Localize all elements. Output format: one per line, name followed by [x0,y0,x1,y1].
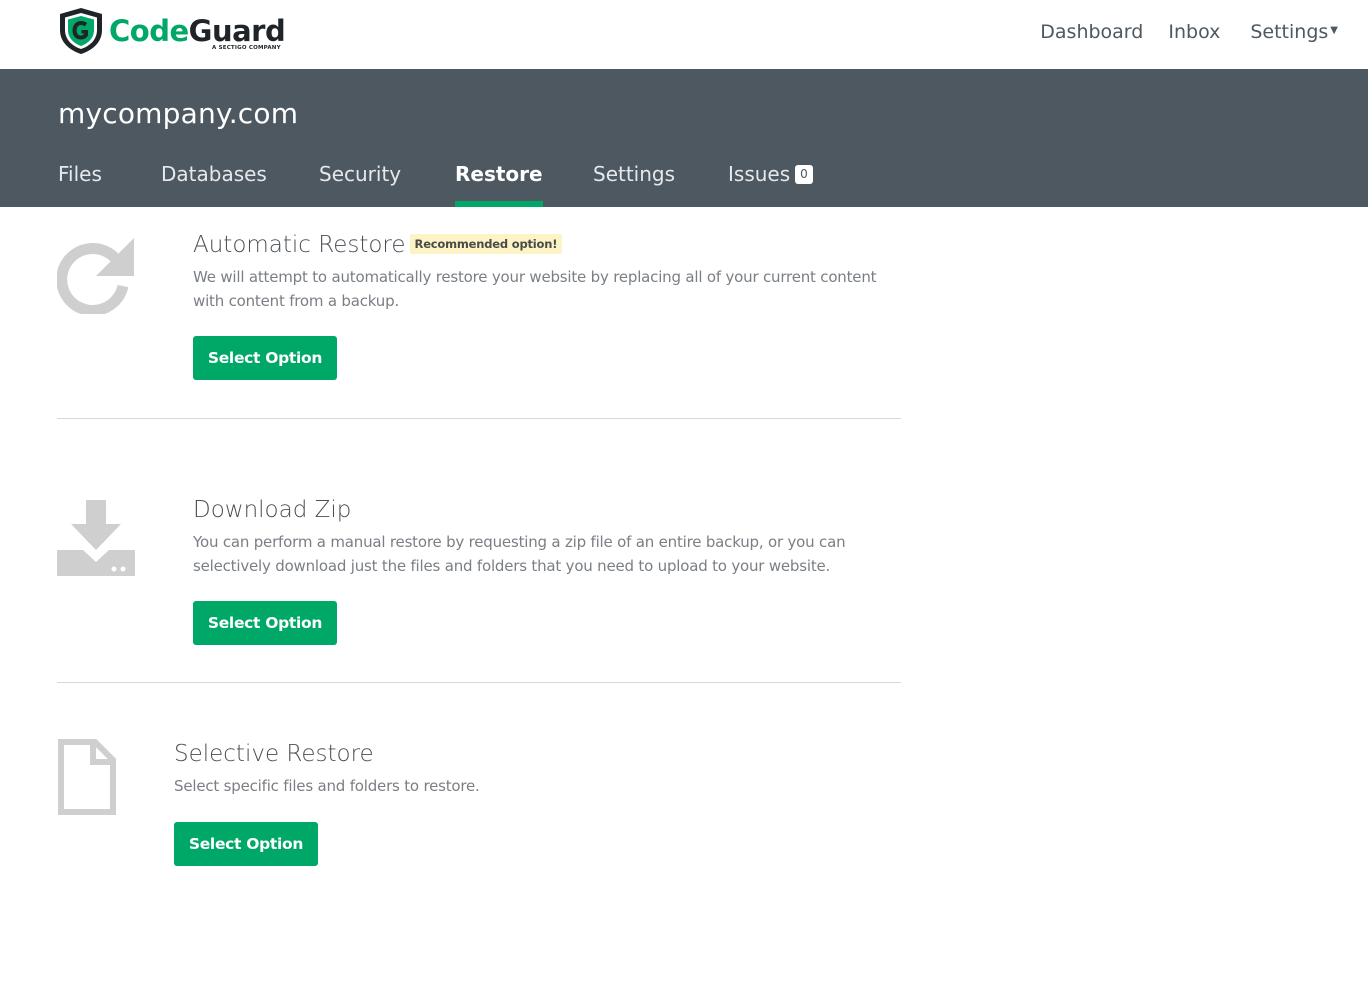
caret-down-icon: ▼ [1330,25,1338,36]
logo-code-text: Code [109,14,189,48]
tab-settings[interactable]: Settings [593,159,675,207]
download-zip-title: Download Zip [193,497,352,523]
tab-security[interactable]: Security [319,159,401,207]
nav-settings-label: Settings [1250,21,1329,43]
nav-dashboard-link[interactable]: Dashboard [1040,18,1143,46]
nav-inbox-link[interactable]: Inbox [1168,18,1220,46]
download-zip-description: You can perform a manual restore by requ… [193,533,846,575]
logo-tagline: A SECTIGO COMPANY [212,45,281,51]
file-icon [58,739,116,815]
automatic-restore-description: We will attempt to automatically restore… [193,268,877,310]
selective-restore-select-button[interactable]: Select Option [174,822,318,866]
tab-issues[interactable]: Issues 0 [728,159,813,207]
logo-guard-text: Guard [188,14,286,48]
site-header: mycompany.com Files Databases Security R… [0,69,1368,207]
logo-wordmark: CodeGuard [109,14,286,48]
download-zip-select-button[interactable]: Select Option [193,601,337,645]
shield-logo-icon [60,8,102,54]
automatic-restore-select-button[interactable]: Select Option [193,336,337,380]
site-name: mycompany.com [58,97,299,130]
nav-settings-dropdown[interactable]: Settings ▼ [1250,17,1338,46]
recommended-badge: Recommended option! [409,234,563,254]
download-icon [57,500,135,576]
issues-count-badge: 0 [795,165,813,184]
option-divider [57,682,901,683]
tab-restore[interactable]: Restore [455,159,543,207]
codeguard-logo[interactable]: CodeGuard A SECTIGO COMPANY [56,6,286,56]
top-bar: CodeGuard A SECTIGO COMPANY Dashboard In… [0,0,1368,69]
top-navigation: Dashboard Inbox Settings ▼ [1040,17,1338,46]
selective-restore-title: Selective Restore [174,741,374,767]
tab-files[interactable]: Files [58,159,102,207]
option-divider [57,418,901,419]
automatic-restore-title-text: Automatic Restore [193,232,406,258]
tab-databases[interactable]: Databases [161,159,267,207]
selective-restore-description: Select specific files and folders to res… [174,777,480,795]
tab-issues-label: Issues [728,162,791,186]
refresh-icon [57,238,134,314]
automatic-restore-title: Automatic Restore Recommended option! [193,232,563,258]
